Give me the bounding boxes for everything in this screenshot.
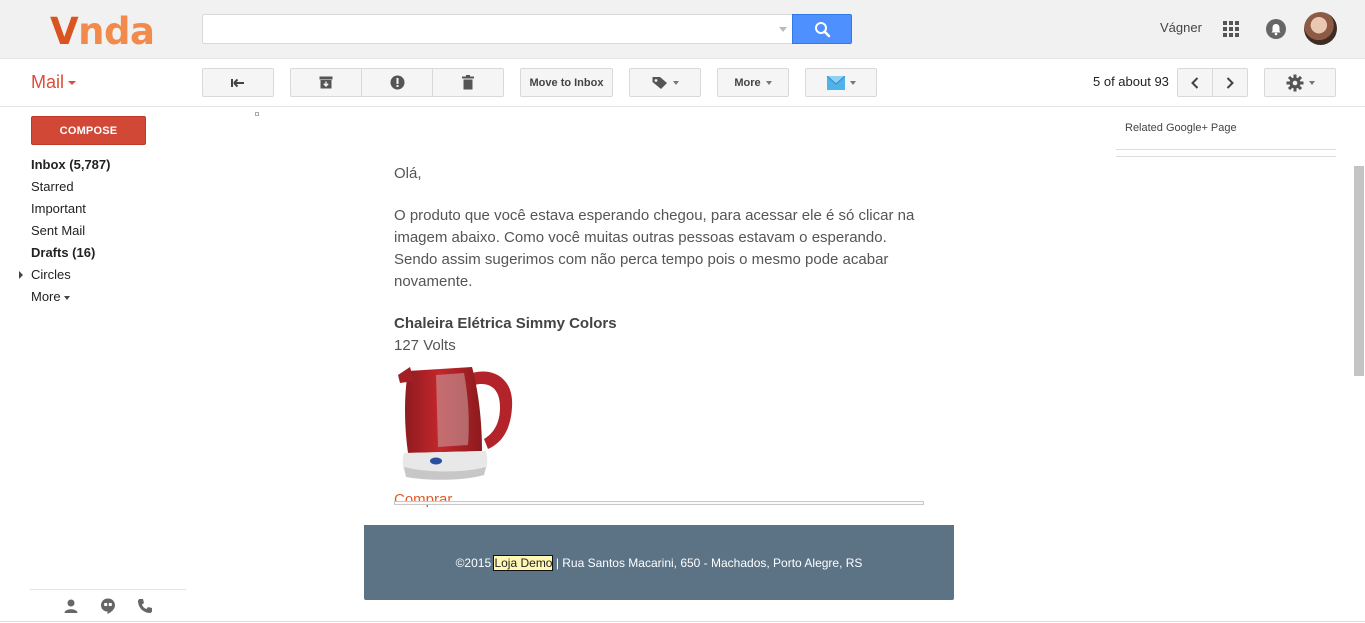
chevron-left-icon: [1191, 76, 1199, 89]
footer-copyright: ©2015: [455, 555, 495, 570]
sidebar-item-label: More: [31, 289, 61, 304]
related-google-plus-page: Related Google+ Page: [1125, 122, 1237, 134]
gear-icon: [1286, 74, 1303, 91]
search-button[interactable]: [792, 14, 852, 44]
delete-button[interactable]: [432, 68, 504, 97]
email-message: O produto que você estava esperando cheg…: [394, 207, 915, 290]
chevron-down-icon: [672, 80, 679, 85]
move-to-inbox-button[interactable]: Move to Inbox: [520, 68, 613, 97]
apps-grid-icon[interactable]: [1222, 20, 1240, 38]
chevron-down-icon: [1308, 80, 1315, 85]
sidebar-item-important[interactable]: Important: [31, 198, 186, 220]
search-icon: [815, 22, 831, 38]
logo-text: nda: [78, 10, 155, 53]
archive-icon: [319, 76, 333, 89]
scrollbar-thumb[interactable]: [1354, 166, 1364, 376]
back-arrow-icon: [231, 78, 244, 87]
logo-v: V: [50, 10, 79, 53]
product-kettle-image[interactable]: [394, 359, 518, 483]
report-spam-button[interactable]: [361, 68, 433, 97]
search-input[interactable]: [203, 15, 763, 43]
message-options-handle[interactable]: [255, 112, 259, 116]
notifications-bell-icon[interactable]: [1266, 19, 1286, 39]
chevron-down-icon: [63, 295, 70, 300]
compose-button[interactable]: COMPOSE: [31, 116, 146, 145]
more-label: More: [734, 76, 761, 89]
product-name: Chaleira Elétrica Simmy Colors: [394, 315, 617, 332]
bottom-border: [0, 621, 1365, 622]
footer-store-name: Loja Demo: [493, 554, 554, 571]
logo[interactable]: Vnda: [50, 10, 155, 53]
sidebar-item-more[interactable]: More: [31, 286, 186, 308]
labels-button[interactable]: [629, 68, 701, 97]
sidebar-item-sent-mail[interactable]: Sent Mail: [31, 220, 186, 242]
pagination-count: 5 of about 93: [1093, 74, 1169, 89]
divider: [1116, 149, 1336, 150]
archive-button[interactable]: [290, 68, 362, 97]
sidebar-item-label: Circles: [31, 267, 71, 282]
sidebar-item-circles[interactable]: Circles: [19, 264, 186, 286]
report-spam-icon: [390, 75, 404, 90]
envelope-icon: [826, 75, 845, 90]
avatar[interactable]: [1304, 12, 1337, 45]
sidebar-item-inbox[interactable]: Inbox (5,787): [31, 154, 186, 176]
expand-arrow-icon[interactable]: [19, 271, 23, 279]
toolbar: Mail Move to Inbox More 5 of about 93: [0, 59, 1365, 107]
sidebar-nav: Inbox (5,787) Starred Important Sent Mai…: [19, 154, 186, 308]
top-header: Vnda Vágner: [0, 0, 1365, 59]
trash-icon: [462, 75, 474, 90]
previous-button[interactable]: [1177, 68, 1213, 97]
sidebar-item-drafts[interactable]: Drafts (16): [31, 242, 186, 264]
chevron-down-icon: [68, 81, 77, 86]
user-name[interactable]: Vágner: [1160, 20, 1202, 35]
search-box[interactable]: [202, 14, 793, 44]
label-tag-icon: [652, 76, 667, 89]
contacts-person-icon[interactable]: [63, 598, 79, 614]
chevron-down-icon: [765, 80, 772, 85]
chevron-right-icon: [1226, 76, 1234, 89]
sidebar-item-starred[interactable]: Starred: [31, 176, 186, 198]
email-greeting: Olá,: [394, 165, 422, 182]
buy-link[interactable]: Comprar: [394, 489, 924, 511]
settings-button[interactable]: [1264, 68, 1336, 97]
divider: [1116, 156, 1336, 157]
next-button[interactable]: [1212, 68, 1248, 97]
mail-extension-button[interactable]: [805, 68, 877, 97]
email-footer: ©2015 Loja Demo | Rua Santos Macarini, 6…: [364, 525, 954, 600]
footer-address: | Rua Santos Macarini, 650 - Machados, P…: [552, 555, 863, 570]
hangouts-icon[interactable]: [100, 598, 116, 614]
search-options-chevron-icon[interactable]: [779, 27, 787, 32]
mail-switcher[interactable]: Mail: [31, 72, 77, 93]
email-body: Olá, O produto que você estava esperando…: [394, 163, 924, 511]
phone-icon[interactable]: [137, 598, 153, 614]
sidebar-divider: [30, 589, 186, 590]
email-divider: [394, 501, 924, 505]
back-button[interactable]: [202, 68, 274, 97]
product-voltage: 127 Volts: [394, 337, 456, 354]
mail-label: Mail: [31, 72, 65, 92]
chevron-down-icon: [849, 80, 856, 85]
more-actions-button[interactable]: More: [717, 68, 789, 97]
